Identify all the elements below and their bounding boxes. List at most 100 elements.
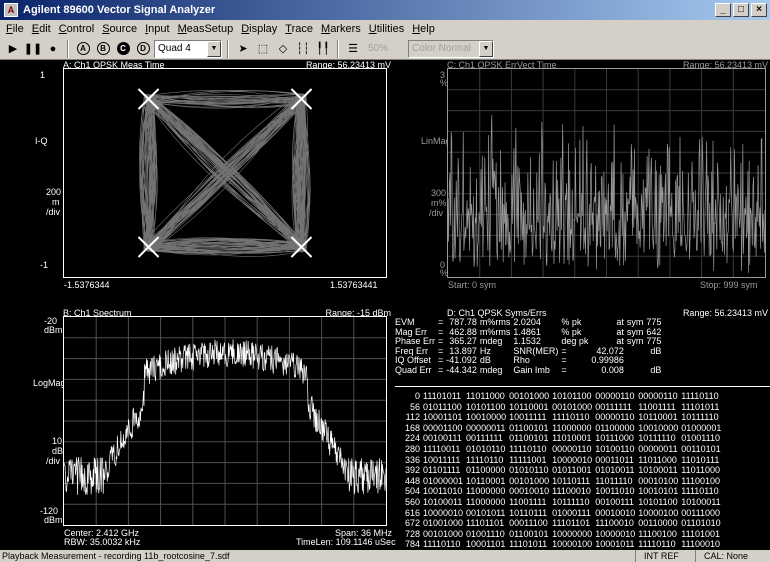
- symbol-index: 0: [414, 391, 420, 401]
- symbol-bits: 00000110: [638, 391, 678, 401]
- symbol-bits: 11101101: [466, 518, 505, 529]
- play-icon[interactable]: ▶: [4, 40, 22, 58]
- trace-a-panel[interactable]: A: Ch1 QPSK Meas Time Range: 56.23413 mV…: [0, 60, 393, 310]
- pointer-icon[interactable]: ➤: [234, 40, 252, 58]
- symbol-bits: 00110000: [638, 518, 678, 529]
- symbol-bits: 10001011: [595, 539, 635, 550]
- status-bar: Playback Measurement - recording 11b_roo…: [0, 550, 770, 562]
- zoom-box-icon[interactable]: ⬚: [254, 40, 272, 58]
- symbol-bits: 10110001: [509, 401, 549, 412]
- symbol-bits: 00000110: [595, 412, 635, 423]
- symbol-bits: 11110110: [638, 539, 676, 550]
- symbol-bits: 10000010: [595, 528, 636, 539]
- chevron-down-icon: ▼: [207, 40, 221, 57]
- error-summary-row: Quad Err = -44.342 mdeg Gain Imb = 0.008 dB: [395, 364, 664, 376]
- symbol-bits: 11100010: [552, 486, 591, 497]
- pause-icon[interactable]: ❚❚: [24, 40, 42, 58]
- color-select[interactable]: Color Normal ▼: [408, 39, 494, 58]
- constellation-trace: [139, 90, 310, 256]
- symbol-bits: 10101100: [466, 401, 506, 412]
- symbol-bits: 10000100: [552, 539, 593, 550]
- marker-icon[interactable]: ◇: [274, 40, 292, 58]
- symbol-bits: 00010010: [509, 486, 550, 497]
- symbol-index: 280: [404, 443, 420, 454]
- trace-c-panel[interactable]: C: Ch1 QPSK ErrVect Time Range: 56.23413…: [395, 60, 770, 310]
- record-icon[interactable]: ●: [44, 40, 62, 58]
- symbol-bits: 00010010: [595, 507, 636, 518]
- trace-a-y-bot: -1: [40, 260, 49, 270]
- trace-c-button[interactable]: C: [116, 42, 130, 55]
- menu-control[interactable]: Control: [55, 23, 98, 35]
- trace-b-y-label: LogMag: [33, 378, 66, 388]
- symbol-index: 728: [404, 528, 420, 539]
- menu-input[interactable]: Input: [141, 23, 173, 35]
- symbol-bits: 11100100: [681, 475, 720, 486]
- trace-b-panel[interactable]: B: Ch1 Spectrum Range: -15 dBm -20 dBm L…: [0, 308, 396, 550]
- trace-a-x-left: -1.5376344: [64, 280, 110, 290]
- app-icon: A: [4, 3, 18, 17]
- menu-meassetup[interactable]: MeasSetup: [174, 23, 238, 35]
- trace-a-button[interactable]: A: [76, 42, 90, 55]
- symbol-bits: 11100100: [638, 528, 677, 539]
- minimize-button[interactable]: _: [715, 3, 731, 17]
- error-summary-cell: =: [438, 364, 444, 375]
- maximize-button[interactable]: □: [733, 3, 749, 17]
- symbol-index: 672: [404, 518, 420, 529]
- symbol-bits: 01010110: [466, 443, 506, 454]
- symbol-bits: 01000001: [681, 422, 722, 433]
- symbol-bits: 10101100: [638, 496, 678, 507]
- menu-file[interactable]: File: [2, 23, 28, 35]
- menu-help[interactable]: Help: [408, 23, 439, 35]
- symbol-bits: 00101000: [423, 528, 464, 539]
- symbol-index: 224: [404, 433, 420, 444]
- constellation-plot: [63, 68, 387, 278]
- band-marker-icon[interactable]: ┆┆: [294, 40, 312, 58]
- trace-c-start: Start: 0 sym: [448, 280, 497, 290]
- window-title: Agilent 89600 Vector Signal Analyzer: [23, 4, 216, 16]
- symbol-bits: 00011100: [509, 518, 548, 529]
- symbol-bits: 10111110: [552, 496, 590, 507]
- symbol-bits: 10000100: [638, 507, 679, 518]
- symbol-row: 56 01011100 10101100 10110001 00101000 001111…: [395, 402, 724, 413]
- menu-utilities[interactable]: Utilities: [365, 23, 408, 35]
- symbol-bits: 10001101: [423, 412, 463, 423]
- symbol-bits: 11001111: [509, 496, 547, 507]
- trace-d-button[interactable]: D: [136, 42, 150, 55]
- symbol-row: 0 11101011 11011000 00101000 10101100 0000011…: [395, 391, 724, 402]
- symbol-row: 560 10100011 11000000 11001111 10111110 00100…: [395, 497, 724, 508]
- layout-select[interactable]: Quad 4 ▼: [154, 39, 222, 58]
- symbol-bits: 00111111: [466, 433, 503, 444]
- menu-display[interactable]: Display: [237, 23, 281, 35]
- close-button[interactable]: ×: [751, 3, 767, 17]
- symbol-bits: 00111000: [681, 507, 720, 518]
- trace-d-range: Range: 56.23413 mV: [682, 308, 768, 318]
- window-titlebar: A Agilent 89600 Vector Signal Analyzer _…: [0, 0, 770, 20]
- symbol-bits: 10100011: [638, 465, 678, 476]
- trace-b-button[interactable]: B: [96, 42, 110, 55]
- symbol-bits: 10011111: [423, 454, 461, 465]
- symbol-index: 392: [404, 465, 420, 476]
- menu-bar: File Edit Control Source Input MeasSetup…: [0, 20, 770, 38]
- zoom-slider-icon[interactable]: ☰: [344, 40, 362, 58]
- symbol-bits: 00010100: [638, 475, 679, 486]
- symbol-bits: 11101011: [509, 539, 548, 550]
- symbol-bits: 01101111: [423, 465, 461, 476]
- symbol-bits: 10010000: [466, 412, 507, 423]
- symbol-row: 392 01101111 01100000 01010110 01011001 01010…: [395, 465, 724, 476]
- menu-source[interactable]: Source: [98, 23, 141, 35]
- menu-trace[interactable]: Trace: [281, 23, 317, 35]
- symbol-bits: 10011010: [595, 486, 635, 497]
- peak-marker-icon[interactable]: ╿╿: [314, 40, 332, 58]
- symbol-bits: 00001100: [423, 422, 463, 433]
- trace-c-y-scale-0: 300: [431, 188, 447, 198]
- menu-edit[interactable]: Edit: [28, 23, 55, 35]
- trace-b-y-bot-1: dBm: [44, 515, 63, 525]
- symbol-bits: 00100111: [595, 496, 634, 507]
- symbol-bits: 01011001: [552, 465, 592, 476]
- status-cal: CAL: None: [695, 550, 770, 562]
- symbol-bits: 11000000: [466, 486, 506, 497]
- menu-markers[interactable]: Markers: [317, 23, 365, 35]
- symbol-bits: 10100011: [423, 496, 463, 507]
- symbol-bits: 00000110: [552, 443, 592, 454]
- symbol-bits: 00101000: [509, 475, 550, 486]
